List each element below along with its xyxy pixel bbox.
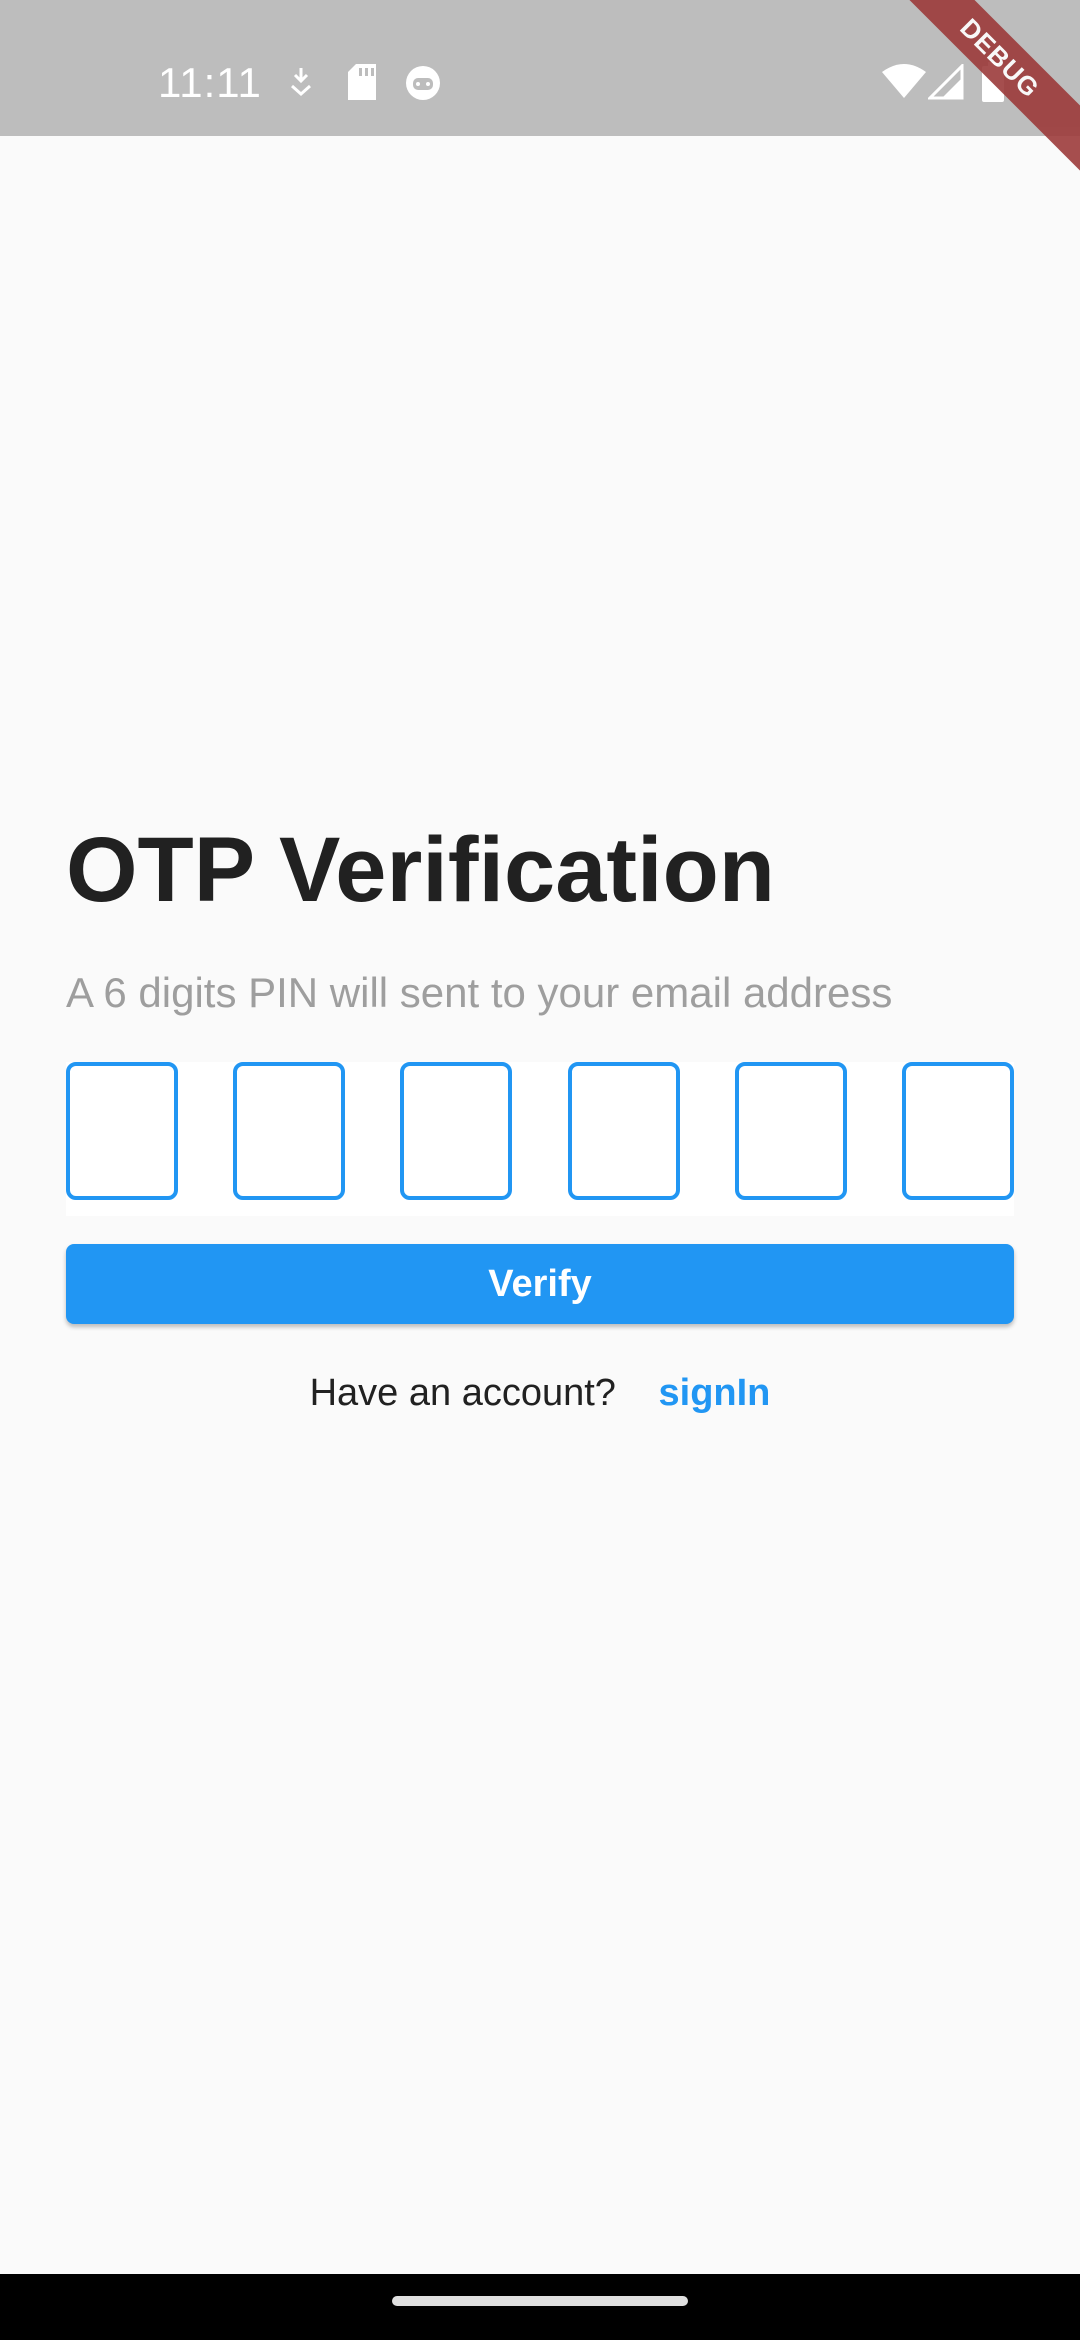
otp-digit-3-input[interactable]	[400, 1062, 513, 1200]
have-account-text: Have an account?	[309, 1372, 616, 1414]
page-subtitle: A 6 digits PIN will sent to your email a…	[66, 969, 893, 1016]
otp-digit-1-input[interactable]	[66, 1062, 178, 1200]
otp-digit-4-input[interactable]	[567, 1062, 680, 1200]
signal-icon	[926, 62, 964, 105]
signin-link[interactable]: signIn	[659, 1372, 771, 1414]
face-icon	[404, 64, 442, 107]
otp-digit-5-input[interactable]	[734, 1062, 847, 1200]
otp-digit-6-input[interactable]	[901, 1062, 1014, 1200]
home-gesture-handle[interactable]	[392, 2296, 688, 2306]
sd-card-icon	[348, 64, 376, 105]
wifi-icon	[882, 64, 926, 105]
page-title: OTP Verification	[66, 819, 775, 921]
status-time: 11:11	[158, 59, 262, 106]
otp-input-row	[66, 1062, 1014, 1216]
otp-digit-2-input[interactable]	[233, 1062, 346, 1200]
download-icon	[288, 66, 314, 101]
signin-prompt: Have an account? signIn	[66, 1365, 1014, 1421]
navigation-bar	[0, 2274, 1080, 2340]
status-bar: 11:11	[0, 0, 1080, 136]
verify-button[interactable]: Verify	[66, 1244, 1014, 1324]
